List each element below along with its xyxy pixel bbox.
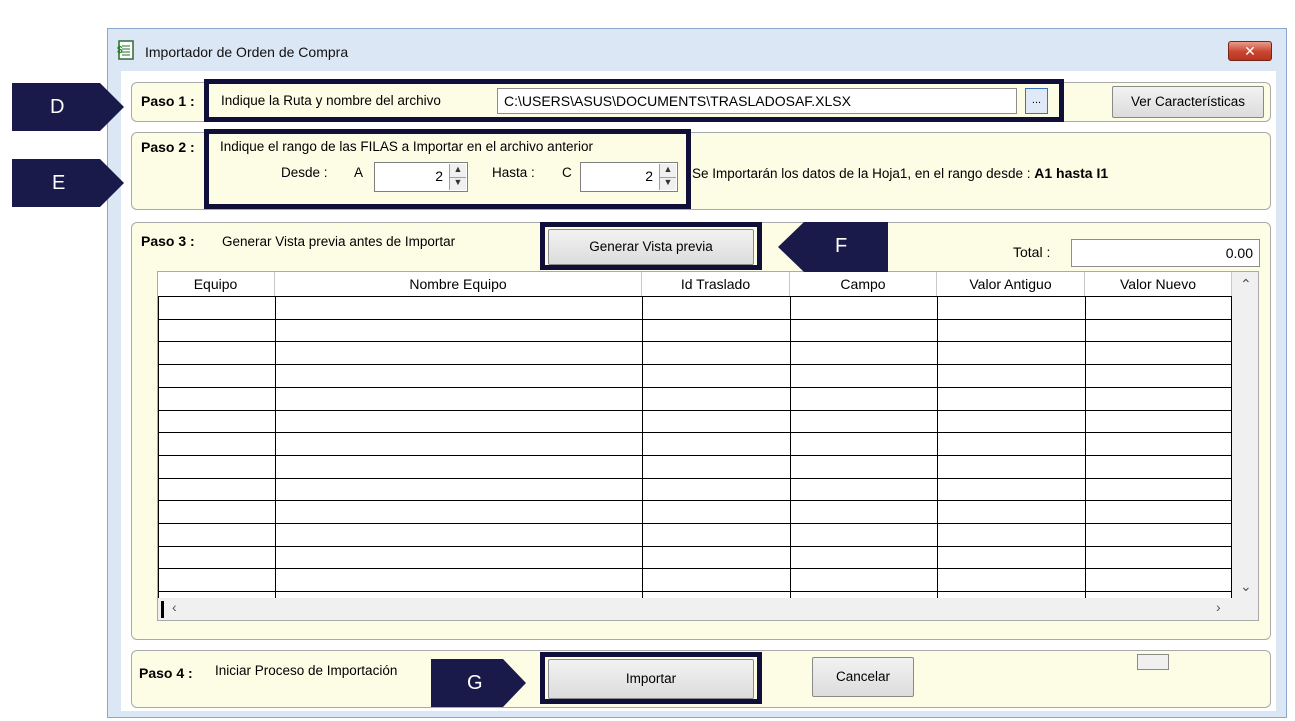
- callout-arrows: [12, 83, 888, 707]
- callout-letter-g: G: [467, 672, 483, 694]
- callout-letter-f: F: [835, 235, 848, 257]
- callout-arrow-f: [778, 222, 888, 272]
- callout-arrow-e: [12, 159, 124, 207]
- callout-arrow-d: [12, 83, 124, 131]
- callout-letter-d: D: [50, 96, 65, 118]
- callout-letter-e: E: [52, 172, 66, 194]
